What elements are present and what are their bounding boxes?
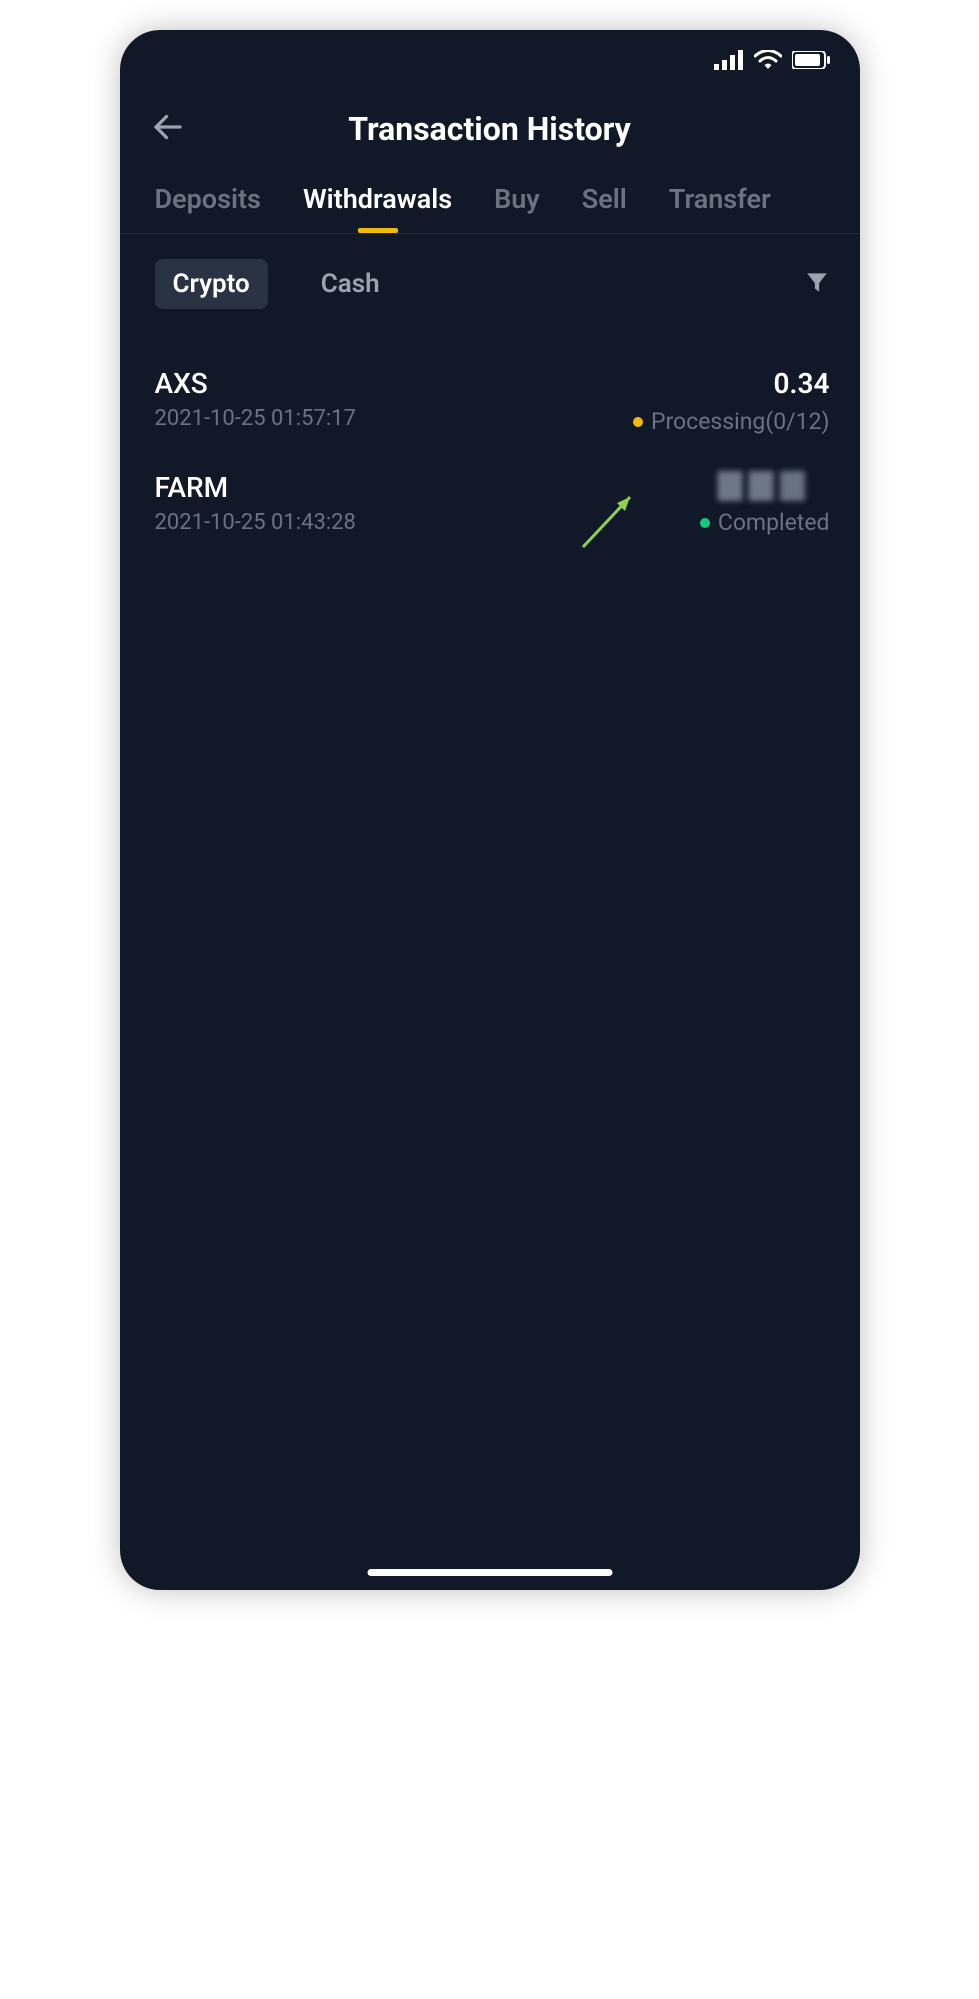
transaction-amount: 0.34 xyxy=(774,367,830,400)
home-indicator[interactable] xyxy=(367,1569,612,1576)
transaction-status-text: Processing(0/12) xyxy=(651,408,830,435)
transaction-status: Completed xyxy=(700,509,830,536)
filter-row: Crypto Cash xyxy=(120,234,860,334)
asset-type-pills: Crypto Cash xyxy=(155,259,398,309)
pill-crypto[interactable]: Crypto xyxy=(155,259,268,309)
status-dot-icon xyxy=(700,518,710,528)
funnel-icon xyxy=(804,269,830,295)
transaction-left: AXS 2021-10-25 01:57:17 xyxy=(155,367,356,435)
tab-buy[interactable]: Buy xyxy=(494,173,540,233)
transaction-symbol: FARM xyxy=(155,471,356,504)
status-icons xyxy=(714,50,830,70)
back-button[interactable] xyxy=(150,109,186,149)
transaction-symbol: AXS xyxy=(155,367,356,400)
transaction-status-text: Completed xyxy=(718,509,830,536)
battery-icon xyxy=(792,51,830,69)
transaction-right: 0.34 Processing(0/12) xyxy=(633,367,830,435)
transaction-row[interactable]: AXS 2021-10-25 01:57:17 0.34 Processing(… xyxy=(155,349,830,453)
arrow-left-icon xyxy=(150,109,186,145)
transaction-left: FARM 2021-10-25 01:43:28 xyxy=(155,471,356,536)
status-dot-icon xyxy=(633,417,643,427)
transaction-amount-redacted xyxy=(705,471,830,501)
tab-deposits[interactable]: Deposits xyxy=(155,173,261,233)
pill-cash[interactable]: Cash xyxy=(303,259,398,309)
tab-transfer[interactable]: Transfer xyxy=(669,173,771,233)
transaction-row[interactable]: FARM 2021-10-25 01:43:28 Completed xyxy=(155,453,830,554)
transaction-status: Processing(0/12) xyxy=(633,408,830,435)
filter-button[interactable] xyxy=(804,269,830,299)
phone-frame: Transaction History Deposits Withdrawals… xyxy=(120,30,860,1590)
header: Transaction History xyxy=(120,90,860,173)
transaction-right: Completed xyxy=(700,471,830,536)
transaction-list: AXS 2021-10-25 01:57:17 0.34 Processing(… xyxy=(120,334,860,554)
signal-icon xyxy=(714,50,744,70)
transaction-timestamp: 2021-10-25 01:43:28 xyxy=(155,510,356,535)
tab-withdrawals[interactable]: Withdrawals xyxy=(303,173,452,233)
tab-sell[interactable]: Sell xyxy=(582,173,627,233)
transaction-timestamp: 2021-10-25 01:57:17 xyxy=(155,406,356,431)
wifi-icon xyxy=(754,50,782,70)
tabs: Deposits Withdrawals Buy Sell Transfer xyxy=(120,173,860,234)
status-bar xyxy=(120,30,860,90)
page-title: Transaction History xyxy=(150,110,830,148)
